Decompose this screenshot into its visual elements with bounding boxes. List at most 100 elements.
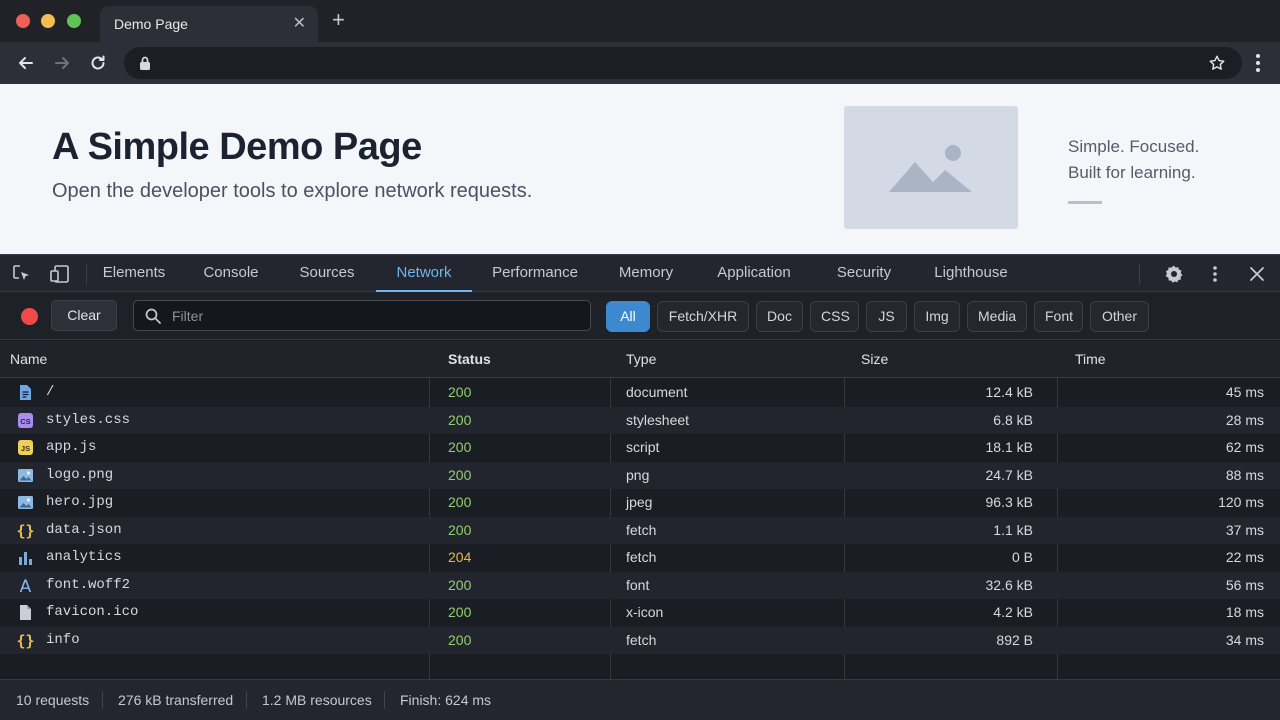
- table-header: Name Status Type Size Time: [0, 341, 1280, 378]
- page-subtitle: Open the developer tools to explore netw…: [52, 180, 533, 202]
- request-name: font.woff2: [46, 576, 131, 593]
- column-header-size[interactable]: Size: [861, 341, 888, 378]
- tab-lighthouse[interactable]: Lighthouse: [926, 255, 1016, 292]
- request-type: document: [626, 384, 688, 400]
- font-icon: A: [20, 577, 32, 594]
- svg-text:JS: JS: [21, 444, 30, 453]
- request-status: 200: [448, 576, 472, 593]
- filter-chip-js[interactable]: JS: [866, 301, 907, 332]
- filter-chip-media[interactable]: Media: [967, 301, 1027, 332]
- inspect-element-icon[interactable]: [12, 264, 32, 284]
- filter-chip-other[interactable]: Other: [1090, 301, 1149, 332]
- reload-icon: [91, 55, 105, 70]
- filter-input[interactable]: [172, 301, 582, 330]
- toolbar-divider: [86, 263, 87, 285]
- network-requests-table: Name Status Type Size Time / 200 documen…: [0, 341, 1280, 679]
- request-time: 45 ms: [1225, 384, 1264, 400]
- tab-console[interactable]: Console: [194, 255, 268, 292]
- device-toolbar-icon[interactable]: [50, 264, 70, 284]
- table-row[interactable]: CS styles.css 200 stylesheet 6.8 kB 28 m…: [0, 406, 1280, 434]
- tab-sources[interactable]: Sources: [290, 255, 364, 292]
- transferred-size: 276 kB transferred: [118, 692, 234, 708]
- table-row[interactable]: {} info 200 fetch 892 B 34 ms: [0, 626, 1280, 654]
- request-name: hero.jpg: [46, 494, 114, 510]
- clear-button[interactable]: Clear: [51, 300, 117, 331]
- address-bar[interactable]: [124, 47, 1242, 79]
- tab-network[interactable]: Network: [376, 255, 472, 292]
- column-header-name[interactable]: Name: [10, 341, 47, 378]
- document-icon: [20, 385, 31, 400]
- tab-elements[interactable]: Elements: [96, 255, 172, 292]
- request-status: 200: [448, 411, 472, 428]
- tab-security[interactable]: Security: [828, 255, 900, 292]
- tab-application[interactable]: Application: [706, 255, 802, 292]
- summary-divider: [246, 691, 247, 709]
- filter-chip-img[interactable]: Img: [914, 301, 960, 332]
- tab-performance[interactable]: Performance: [486, 255, 584, 292]
- tab-title: Demo Page: [114, 16, 188, 32]
- bookmark-star-icon[interactable]: [1208, 54, 1226, 72]
- table-row[interactable]: hero.jpg 200 jpeg 96.3 kB 120 ms: [0, 489, 1280, 517]
- json-braces-icon: {}: [17, 522, 34, 539]
- tab-memory[interactable]: Memory: [610, 255, 682, 292]
- request-time: 22 ms: [1225, 549, 1264, 565]
- request-status: 200: [448, 439, 472, 455]
- table-row[interactable]: analytics 204 fetch 0 B 22 ms: [0, 544, 1280, 572]
- image-placeholder: [844, 106, 1018, 229]
- close-tab-icon[interactable]: ✕: [293, 13, 306, 33]
- image-file-icon: [18, 468, 33, 482]
- filter-field[interactable]: [133, 300, 591, 331]
- request-size: 18.1 kB: [985, 439, 1033, 455]
- json-braces-icon: {}: [17, 632, 34, 649]
- reload-button[interactable]: [86, 51, 110, 75]
- settings-gear-icon[interactable]: [1164, 264, 1184, 284]
- svg-text:{}: {}: [17, 632, 34, 649]
- request-status: 200: [448, 604, 472, 620]
- request-size: 96.3 kB: [985, 494, 1033, 510]
- filter-chip-css[interactable]: CSS: [810, 301, 859, 332]
- column-header-time[interactable]: Time: [1075, 341, 1106, 378]
- filter-chip-font[interactable]: Font: [1034, 301, 1083, 332]
- close-devtools-icon[interactable]: [1247, 264, 1267, 284]
- maximize-window-button[interactable]: [67, 14, 81, 28]
- browser-menu-icon[interactable]: [1248, 51, 1268, 75]
- table-row[interactable]: JS app.js 200 script 18.1 kB 62 ms: [0, 434, 1280, 462]
- back-button[interactable]: [14, 51, 38, 75]
- filter-chip-all[interactable]: All: [606, 301, 650, 332]
- request-time: 18 ms: [1225, 604, 1264, 620]
- request-name: favicon.ico: [46, 604, 139, 620]
- request-size: 24.7 kB: [985, 466, 1033, 483]
- table-row[interactable]: favicon.ico 200 x-icon 4.2 kB 18 ms: [0, 599, 1280, 627]
- forward-button[interactable]: [50, 51, 74, 75]
- table-row[interactable]: {} data.json 200 fetch 1.1 kB 37 ms: [0, 516, 1280, 544]
- resources-size: 1.2 MB resources: [262, 692, 372, 708]
- filter-chip-fetch-xhr[interactable]: Fetch/XHR: [657, 301, 749, 332]
- summary-divider: [384, 691, 385, 709]
- request-size: 12.4 kB: [985, 384, 1033, 400]
- minimize-window-button[interactable]: [41, 14, 55, 28]
- table-row[interactable]: A font.woff2 200 font 32.6 kB 56 ms: [0, 571, 1280, 599]
- request-size: 1.1 kB: [993, 521, 1033, 538]
- devtools-menu-icon[interactable]: [1205, 264, 1225, 284]
- image-placeholder-icon: [889, 145, 972, 192]
- record-button[interactable]: [21, 308, 38, 325]
- column-header-status[interactable]: Status: [448, 341, 491, 378]
- tagline-divider: [1068, 201, 1102, 204]
- request-size: 6.8 kB: [993, 411, 1033, 428]
- request-type: script: [626, 439, 660, 455]
- filter-chip-doc[interactable]: Doc: [756, 301, 803, 332]
- request-time: 62 ms: [1225, 439, 1264, 455]
- browser-tab-bar: Demo Page ✕ +: [0, 0, 1280, 42]
- table-row[interactable]: / 200 document 12.4 kB 45 ms: [0, 379, 1280, 407]
- svg-text:A: A: [20, 577, 32, 594]
- table-row[interactable]: logo.png 200 png 24.7 kB 88 ms: [0, 461, 1280, 489]
- lock-icon: [140, 56, 150, 70]
- browser-tab[interactable]: Demo Page ✕: [100, 6, 318, 42]
- close-window-button[interactable]: [16, 14, 30, 28]
- image-file-icon: [18, 496, 33, 509]
- page-title: A Simple Demo Page: [52, 126, 422, 168]
- new-tab-button[interactable]: +: [332, 9, 345, 31]
- svg-text:CS: CS: [20, 417, 30, 426]
- request-status: 200: [448, 384, 472, 400]
- column-header-type[interactable]: Type: [626, 341, 656, 378]
